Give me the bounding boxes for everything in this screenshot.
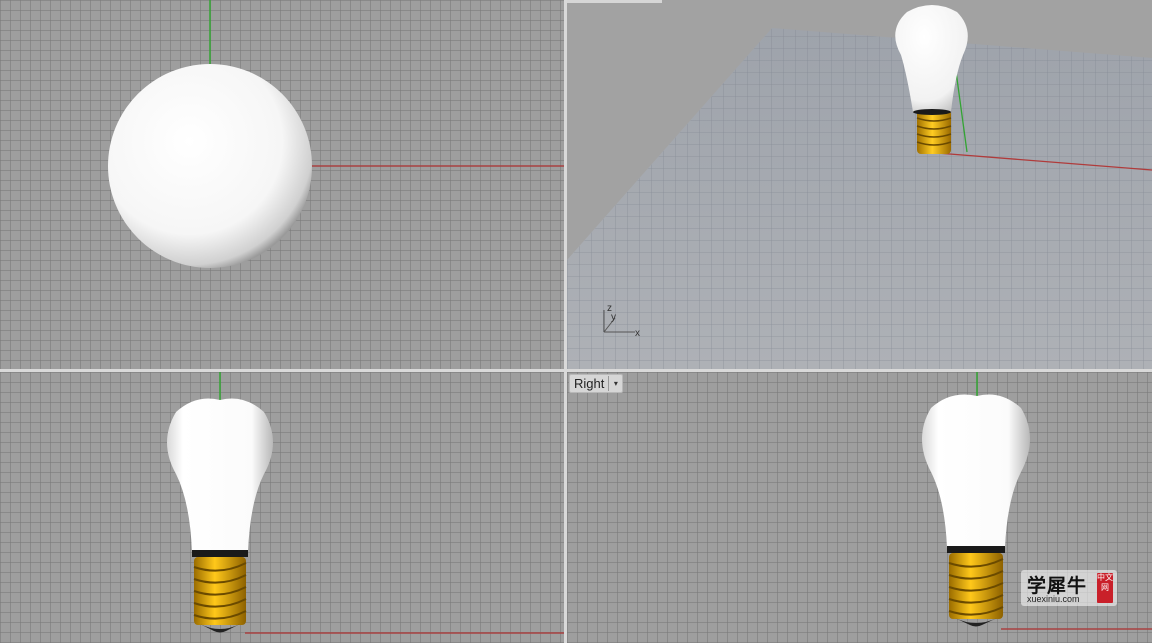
perspective-scene: z y x [567,5,1152,369]
front-bulb [167,398,273,633]
perspective-viewport[interactable]: z y x [567,0,1152,369]
axis-x-label: x [635,328,640,339]
top-viewport[interactable] [0,0,564,369]
viewport-splitter-horizontal[interactable] [0,369,1152,372]
front-view-scene [167,372,564,634]
right-bulb [922,394,1030,627]
perspective-label-tab[interactable] [567,0,662,3]
front-viewport[interactable] [0,372,564,643]
top-view-scene [108,0,564,268]
watermark-seal: 中文网 [1097,573,1113,603]
watermark-url: xuexiniu.com [1027,594,1080,604]
viewport-splitter-vertical[interactable] [564,0,567,643]
watermark-logo: 学犀牛 xuexiniu.com 中文网 [1021,570,1117,606]
axis-y-label: y [611,312,616,323]
bulb-top-view [108,64,312,268]
